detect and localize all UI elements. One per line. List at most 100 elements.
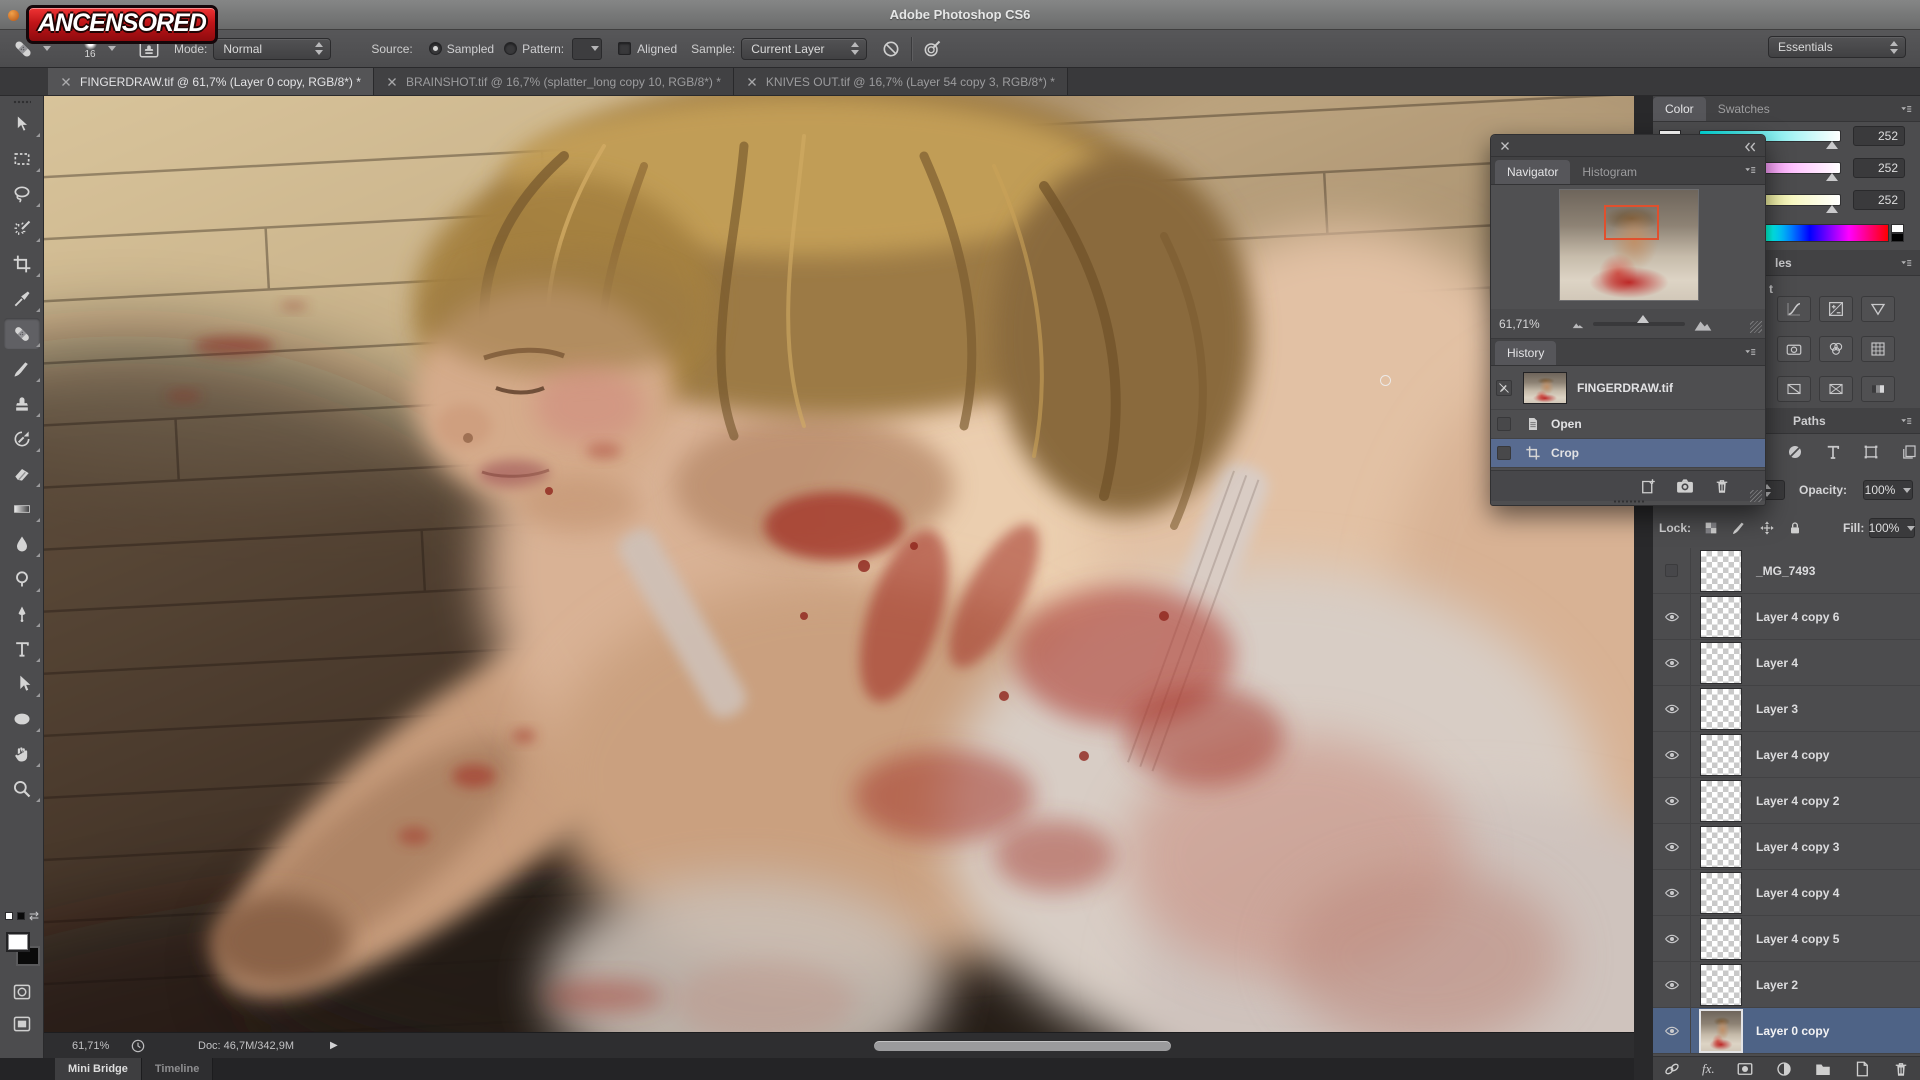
pattern-radio[interactable]: [504, 42, 517, 55]
eraser-tool[interactable]: [0, 456, 44, 491]
blue-value-field[interactable]: 252: [1853, 190, 1905, 210]
aligned-checkbox[interactable]: [618, 42, 631, 55]
layer-row[interactable]: Layer 4 copy 2: [1653, 778, 1920, 824]
bottom-tab-mini-bridge[interactable]: Mini Bridge: [55, 1058, 142, 1080]
layer-row[interactable]: Layer 0 copy: [1653, 1008, 1920, 1054]
sampled-radio[interactable]: [429, 42, 442, 55]
layer-visibility-toggle[interactable]: [1653, 686, 1691, 732]
layer-thumbnail[interactable]: [1700, 918, 1742, 960]
move-tool[interactable]: [0, 106, 44, 141]
history-brush-tool[interactable]: [0, 421, 44, 456]
swap-colors-icon[interactable]: ⇄: [29, 909, 39, 923]
zoom-in-icon[interactable]: [1693, 314, 1713, 334]
panel-grip[interactable]: [1613, 500, 1645, 503]
layer-thumbnail[interactable]: [1700, 688, 1742, 730]
layer-thumbnail[interactable]: [1700, 734, 1742, 776]
navigator-zoom-value[interactable]: 61,71%: [1499, 317, 1571, 331]
slider-thumb[interactable]: [1826, 141, 1838, 149]
path-circle-button[interactable]: [1779, 440, 1811, 464]
default-colors-icon[interactable]: [17, 912, 25, 920]
layer-name[interactable]: _MG_7493: [1756, 564, 1815, 578]
layer-thumbnail[interactable]: [1700, 642, 1742, 684]
adjustments-tab-partial[interactable]: t: [1769, 282, 1773, 296]
layer-name[interactable]: Layer 0 copy: [1756, 1024, 1829, 1038]
tab-history[interactable]: History: [1495, 341, 1556, 365]
layer-row[interactable]: Layer 4 copy 5: [1653, 916, 1920, 962]
collapse-panel-icon[interactable]: [1743, 140, 1757, 154]
eyedropper-tool[interactable]: [0, 281, 44, 316]
layer-visibility-toggle[interactable]: [1653, 778, 1691, 824]
path-select-tool[interactable]: [0, 666, 44, 701]
layer-name[interactable]: Layer 4 copy 5: [1756, 932, 1839, 946]
panel-menu-icon[interactable]: [1741, 163, 1759, 177]
resize-grip[interactable]: [1750, 321, 1762, 333]
zoom-level-field[interactable]: 61,71%: [72, 1040, 130, 1052]
layer-row[interactable]: Layer 4 copy 6: [1653, 594, 1920, 640]
fill-field[interactable]: 100%: [1869, 518, 1915, 538]
pattern-picker[interactable]: [572, 38, 602, 60]
zoom-out-icon[interactable]: [1571, 317, 1585, 331]
history-snapshot-row[interactable]: FINGERDRAW.tif: [1491, 366, 1765, 410]
history-state-row[interactable]: Crop: [1491, 439, 1765, 468]
ignore-adjustment-layers-icon[interactable]: [881, 39, 901, 59]
layer-name[interactable]: Layer 4 copy 6: [1756, 610, 1839, 624]
lock-all-icon[interactable]: [1787, 520, 1803, 536]
floating-panel-titlebar[interactable]: [1491, 135, 1765, 157]
layer-visibility-toggle[interactable]: [1653, 548, 1691, 594]
document-tab[interactable]: KNIVES OUT.tif @ 16,7% (Layer 54 copy 3,…: [734, 68, 1068, 95]
lock-position-icon[interactable]: [1759, 520, 1775, 536]
foreground-color-swatch[interactable]: [6, 932, 30, 952]
posterize-adjustment-button[interactable]: [1819, 376, 1853, 402]
sample-select[interactable]: Current Layer: [741, 38, 867, 60]
lock-transparency-icon[interactable]: [1703, 520, 1719, 536]
horizontal-scrollbar[interactable]: [874, 1041, 1171, 1051]
document-tab[interactable]: BRAINSHOT.tif @ 16,7% (splatter_long cop…: [374, 68, 734, 95]
slider-thumb[interactable]: [1826, 205, 1838, 213]
layer-name[interactable]: Layer 4: [1756, 656, 1798, 670]
crop-tool[interactable]: [0, 246, 44, 281]
workspace-select[interactable]: Essentials: [1768, 36, 1906, 58]
layer-row[interactable]: _MG_7493: [1653, 548, 1920, 594]
exposure-adjustment-button[interactable]: [1819, 296, 1853, 322]
close-icon[interactable]: [60, 76, 72, 88]
layer-name[interactable]: Layer 4 copy 4: [1756, 886, 1839, 900]
mode-select[interactable]: Normal: [213, 38, 331, 60]
window-control-dot[interactable]: [8, 10, 19, 21]
layer-name[interactable]: Layer 4 copy 2: [1756, 794, 1839, 808]
slider-thumb[interactable]: [1826, 173, 1838, 181]
panel-menu-icon[interactable]: [1741, 345, 1759, 359]
link-layers-icon[interactable]: [1663, 1060, 1681, 1078]
zoom-tool[interactable]: [0, 771, 44, 806]
tablet-pressure-icon[interactable]: [922, 39, 942, 59]
layer-visibility-toggle[interactable]: [1653, 732, 1691, 778]
tab-navigator[interactable]: Navigator: [1495, 160, 1570, 184]
photo-filter-adjustment-button[interactable]: [1777, 336, 1811, 362]
layer-thumbnail[interactable]: [1700, 872, 1742, 914]
styles-tab-partial[interactable]: les: [1775, 256, 1792, 270]
type-tool[interactable]: [0, 631, 44, 666]
black-swatch[interactable]: [1891, 233, 1904, 242]
brush-tool[interactable]: [0, 351, 44, 386]
white-swatch[interactable]: [1891, 224, 1904, 233]
navigator-thumbnail[interactable]: [1559, 189, 1699, 301]
hand-tool[interactable]: [0, 736, 44, 771]
layer-thumbnail[interactable]: [1700, 964, 1742, 1006]
layer-row[interactable]: Layer 4 copy 4: [1653, 870, 1920, 916]
invert-adjustment-button[interactable]: [1777, 376, 1811, 402]
bottom-tab-timeline[interactable]: Timeline: [142, 1058, 213, 1080]
default-colors-icon[interactable]: [5, 912, 13, 920]
tab-color[interactable]: Color: [1653, 97, 1706, 121]
type-path-button[interactable]: [1817, 440, 1849, 464]
shape-tool[interactable]: [0, 701, 44, 736]
layer-visibility-toggle[interactable]: [1653, 594, 1691, 640]
marquee-tool[interactable]: [0, 141, 44, 176]
new-layer-icon[interactable]: [1853, 1060, 1871, 1078]
layer-name[interactable]: Layer 4 copy: [1756, 748, 1829, 762]
layer-row[interactable]: Layer 3: [1653, 686, 1920, 732]
layer-visibility-toggle[interactable]: [1653, 640, 1691, 686]
history-state-row[interactable]: Open: [1491, 410, 1765, 439]
layer-name[interactable]: Layer 4 copy 3: [1756, 840, 1839, 854]
layer-thumbnail[interactable]: [1700, 780, 1742, 822]
layer-visibility-toggle[interactable]: [1653, 1008, 1691, 1054]
panel-grip[interactable]: [13, 100, 31, 104]
